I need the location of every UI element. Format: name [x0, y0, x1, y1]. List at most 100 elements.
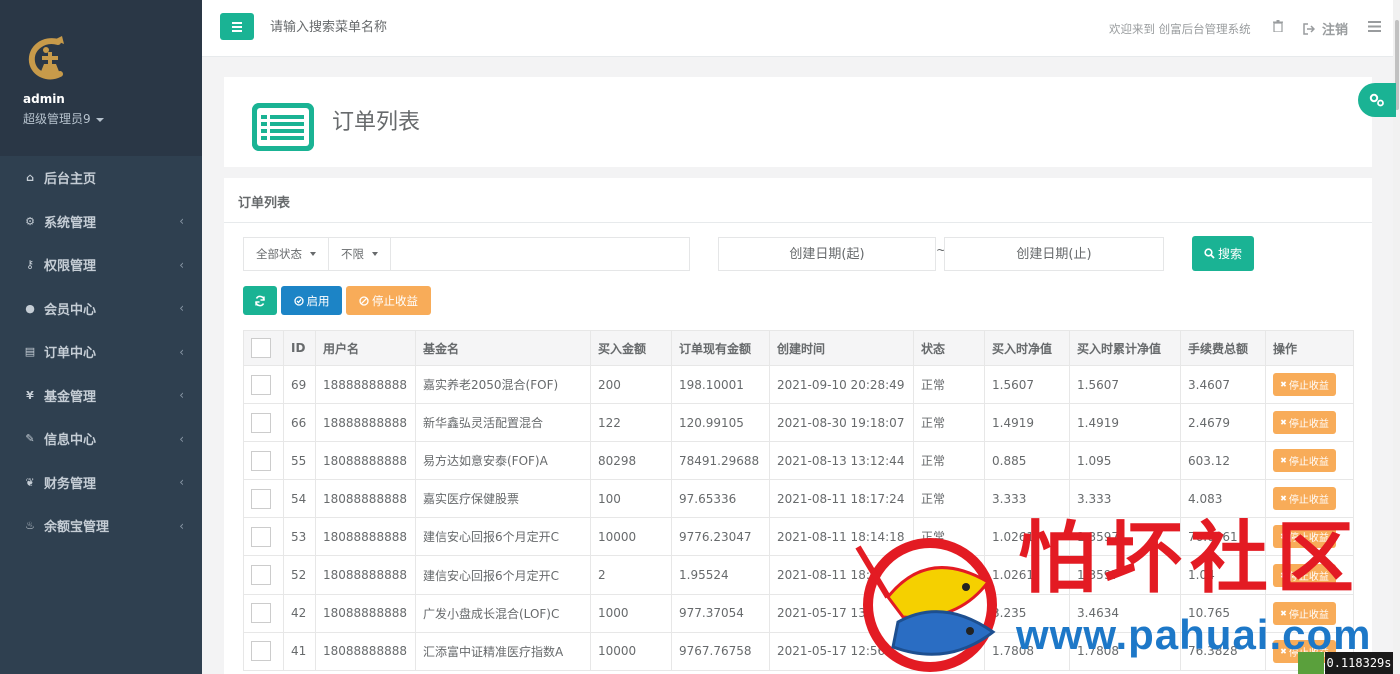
table-cell: 1.95524 [671, 555, 770, 595]
table-cell: 100 [590, 479, 672, 519]
sidebar-item-7[interactable]: ❦ 财务管理 ‹ [0, 461, 202, 505]
row-checkbox[interactable] [251, 450, 271, 471]
profile-role-dropdown[interactable]: 超级管理员9 [23, 110, 104, 127]
sidebar-item-label: 权限管理 [44, 259, 97, 275]
chevron-left-icon: ‹ [179, 431, 184, 446]
chevron-left-icon: ‹ [179, 388, 184, 403]
table-cell: 18888888888 [315, 364, 416, 405]
sidebar: admin 超级管理员9 ⌂ 后台主页 ⚙ 系统管理 ‹ ⚷ 权限管理 ‹ ● 会员中心 ‹ ▤ 订单中… [0, 0, 202, 674]
sidebar-item-2[interactable]: ⚷ 权限管理 ‹ [0, 243, 202, 287]
table-cell: 1.4919 [1069, 403, 1181, 443]
watermark-fish-logo [855, 538, 997, 672]
date-start-input[interactable] [718, 237, 936, 271]
table-cell: 正常 [913, 441, 985, 481]
table-cell: 正常 [913, 364, 985, 405]
table-cell: 3.4607 [1180, 364, 1266, 405]
table-cell: 80298 [590, 441, 672, 481]
sidebar-item-1[interactable]: ⚙ 系统管理 ‹ [0, 200, 202, 244]
table-cell: 2021-08-13 13:12:44 [769, 441, 914, 481]
theme-settings-button[interactable] [1358, 83, 1396, 117]
logout-label: 注销 [1322, 23, 1349, 38]
date-end-input[interactable] [944, 237, 1164, 271]
cogs-icon [1369, 93, 1384, 107]
tasks-icon[interactable] [1368, 21, 1381, 32]
search-button[interactable]: 搜索 [1192, 236, 1254, 271]
menu-search-input[interactable] [270, 17, 570, 37]
sidebar-item-0[interactable]: ⌂ 后台主页 [0, 156, 202, 200]
sidebar-item-8[interactable]: ♨ 余额宝管理 ‹ [0, 504, 202, 548]
close-icon: ✖ [1280, 456, 1287, 466]
sidebar-item-label: 基金管理 [44, 389, 97, 405]
caret-down-icon [372, 252, 378, 256]
select-all-checkbox[interactable] [251, 338, 271, 358]
column-header: 手续费总额 [1180, 330, 1266, 366]
table-cell: 2.4679 [1180, 403, 1266, 443]
column-header: 买入时累计净值 [1069, 330, 1181, 366]
watermark-text: 怕坏社区 [1018, 513, 1363, 604]
table-toolbar: 启用 停止收益 [243, 286, 431, 315]
filter-box: 全部状态 不限 [243, 237, 690, 271]
sidebar-item-5[interactable]: ¥ 基金管理 ‹ [0, 374, 202, 418]
table-cell: 建信安心回报6个月定开C [415, 555, 591, 595]
table-cell: 1000 [590, 593, 672, 633]
table-cell: 603.12 [1180, 441, 1266, 481]
table-cell: 52 [283, 555, 316, 595]
refresh-button[interactable] [243, 286, 277, 315]
row-checkbox[interactable] [251, 603, 271, 624]
sidebar-item-4[interactable]: ▤ 订单中心 ‹ [0, 330, 202, 374]
page-header: 订单列表 [224, 77, 1372, 167]
table-row: 55 18088888888 易方达如意安泰(FOF)A 80298 78491.296… [243, 441, 1354, 481]
row-checkbox[interactable] [251, 412, 271, 433]
refresh-icon [255, 295, 265, 306]
table-cell: 42 [283, 593, 316, 633]
sidebar-item-3[interactable]: ● 会员中心 ‹ [0, 287, 202, 331]
chevron-left-icon: ‹ [179, 518, 184, 533]
row-select-cell [243, 517, 284, 557]
menu-toggle-button[interactable] [220, 13, 254, 40]
table-cell: 977.37054 [671, 593, 770, 633]
sidebar-item-label: 后台主页 [44, 172, 97, 188]
table-cell: 嘉实医疗保健股票 [415, 479, 591, 519]
search-button-label: 搜索 [1217, 247, 1242, 261]
profile-role-label: 超级管理员9 [23, 112, 91, 126]
status-dropdown[interactable]: 全部状态 [244, 238, 329, 270]
table-cell: 2021-08-30 19:18:07 [769, 403, 914, 443]
keyword-input[interactable] [391, 238, 689, 270]
row-checkbox[interactable] [251, 374, 271, 395]
row-checkbox[interactable] [251, 565, 271, 586]
column-header: 状态 [913, 330, 985, 366]
row-stop-income-button[interactable]: ✖停止收益 [1273, 373, 1336, 397]
limit-dropdown[interactable]: 不限 [329, 238, 391, 270]
trash-icon[interactable] [1273, 20, 1283, 32]
page-title: 订单列表 [332, 110, 421, 135]
row-actions-cell: ✖停止收益 [1265, 403, 1354, 443]
row-checkbox[interactable] [251, 641, 271, 662]
table-cell: 55 [283, 441, 316, 481]
chevron-left-icon: ‹ [179, 257, 184, 272]
sidebar-item-6[interactable]: ✎ 信息中心 ‹ [0, 417, 202, 461]
list-alt-icon: ▤ [24, 345, 36, 359]
chevron-left-icon: ‹ [179, 214, 184, 229]
column-header: 买入金额 [590, 330, 672, 366]
logout-button[interactable]: 注销 [1303, 19, 1348, 38]
row-stop-income-button[interactable]: ✖停止收益 [1273, 411, 1336, 435]
column-header: 买入时净值 [984, 330, 1070, 366]
welcome-text: 欢迎来到 创富后台管理系统 [1109, 22, 1251, 36]
logo-icon [28, 36, 64, 80]
table-header-row: ID 用户名 基金名 买入金额 订单现有金额 创建时间 状态 买入时净值 买入时累计净值 手续费总… [243, 330, 1354, 366]
table-cell: 18088888888 [315, 441, 416, 481]
sidebar-nav: ⌂ 后台主页 ⚙ 系统管理 ‹ ⚷ 权限管理 ‹ ● 会员中心 ‹ ▤ 订单中心 ‹ ¥ 基金管理 ‹ ✎ 信息中心… [0, 156, 202, 548]
sidebar-item-label: 余额宝管理 [44, 520, 110, 536]
stop-income-button[interactable]: 停止收益 [346, 286, 431, 315]
sidebar-item-label: 财务管理 [44, 476, 97, 492]
ban-icon [359, 295, 369, 306]
key-icon: ⚷ [25, 258, 35, 272]
enable-button[interactable]: 启用 [281, 286, 342, 315]
table-cell: 18088888888 [315, 517, 416, 557]
sign-out-icon [1303, 22, 1315, 35]
row-stop-income-button[interactable]: ✖停止收益 [1273, 449, 1336, 473]
row-checkbox[interactable] [251, 488, 271, 509]
table-cell: 78491.29688 [671, 441, 770, 481]
row-checkbox[interactable] [251, 526, 271, 547]
row-stop-income-button[interactable]: ✖停止收益 [1273, 487, 1336, 511]
